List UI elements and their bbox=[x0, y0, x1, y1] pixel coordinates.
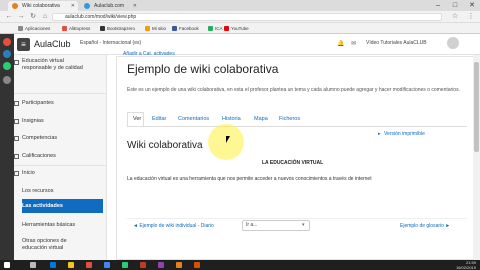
minimize-icon[interactable]: – bbox=[430, 0, 446, 11]
sidebar-item-otras-opciones[interactable]: Otras opciones de educación virtual bbox=[22, 238, 92, 252]
messenger-icon[interactable] bbox=[3, 50, 11, 58]
bookmark-misitio[interactable]: Mi sitio bbox=[145, 23, 166, 34]
avatar[interactable] bbox=[447, 37, 459, 49]
app-icon[interactable] bbox=[122, 262, 128, 268]
bookmark-icon bbox=[62, 26, 67, 32]
wiki-heading: Wiki colaborativa bbox=[127, 140, 203, 151]
youtube-icon bbox=[224, 26, 229, 32]
taskview-icon[interactable] bbox=[30, 262, 36, 268]
app-icon[interactable] bbox=[158, 262, 164, 268]
maximize-icon[interactable]: □ bbox=[447, 0, 463, 11]
browser-tab-aulaclub[interactable]: Aulaclub.com ✕ bbox=[80, 1, 140, 11]
sidebar-item-participantes[interactable]: Participantes bbox=[22, 100, 54, 107]
notifications-icon[interactable]: 🔔 bbox=[337, 40, 344, 47]
explorer-icon[interactable] bbox=[68, 262, 74, 268]
bookmark-icon bbox=[100, 26, 105, 32]
table-icon bbox=[14, 154, 19, 159]
bookmark-youtube[interactable]: YouTube bbox=[224, 23, 249, 34]
print-version-link[interactable]: Versión imprimible bbox=[384, 131, 425, 137]
badge-icon bbox=[14, 119, 19, 124]
favicon-icon bbox=[12, 3, 18, 9]
mouse-cursor-icon bbox=[226, 136, 230, 143]
opera-taskbar-icon[interactable] bbox=[86, 262, 92, 268]
bookmark-bootstrapzero[interactable]: Bootstrapzero bbox=[100, 23, 135, 34]
page-title: Ejemplo de wiki colaborativa bbox=[127, 62, 279, 76]
close-tab-icon[interactable]: ✕ bbox=[71, 1, 75, 11]
sidebar-item-herramientas[interactable]: Herramientas básicas bbox=[22, 222, 75, 229]
jump-to-select[interactable]: Ir a... bbox=[242, 220, 310, 231]
tab-mapa[interactable]: Mapa bbox=[254, 115, 268, 123]
facebook-icon bbox=[172, 26, 177, 32]
folder-icon bbox=[14, 171, 19, 176]
whatsapp-icon[interactable] bbox=[3, 62, 11, 70]
next-activity-link[interactable]: Ejemplo de glosario ► bbox=[400, 223, 450, 229]
opera-icon[interactable] bbox=[3, 38, 11, 46]
history-icon[interactable] bbox=[3, 76, 11, 84]
messages-icon[interactable]: ✉ bbox=[351, 40, 356, 47]
bookmark-facebook[interactable]: Facebook bbox=[172, 23, 199, 34]
divider bbox=[127, 218, 467, 219]
back-icon[interactable]: ← bbox=[4, 11, 14, 23]
home-icon[interactable]: ⌂ bbox=[40, 11, 50, 23]
windows-start-icon[interactable] bbox=[4, 262, 10, 268]
favicon-icon bbox=[84, 3, 90, 9]
app-icon[interactable] bbox=[176, 262, 182, 268]
close-tab-icon[interactable]: ✕ bbox=[133, 1, 137, 11]
divider bbox=[14, 93, 107, 94]
bookmark-icon bbox=[208, 26, 213, 32]
sidebar-item-inicio[interactable]: Inicio bbox=[22, 170, 35, 177]
sidebar-item-calificaciones[interactable]: Calificaciones bbox=[22, 153, 56, 160]
bookmark-ica[interactable]: ICA bbox=[208, 23, 223, 34]
tabs-underline bbox=[127, 126, 467, 127]
clock-date: 16/02/2019 bbox=[455, 265, 476, 270]
tab-ficheros[interactable]: Ficheros bbox=[279, 115, 300, 123]
print-icon: ▸ bbox=[378, 131, 381, 137]
hamburger-menu-icon[interactable]: ≡ bbox=[17, 38, 30, 51]
sidebar-item-course[interactable]: Educación virtual responsable y de calid… bbox=[22, 58, 92, 72]
system-clock[interactable]: 21:59 16/02/2019 bbox=[446, 260, 476, 270]
site-brand[interactable]: AulaClub bbox=[34, 37, 71, 51]
chevron-down-icon: ▾ bbox=[302, 222, 305, 228]
page-description: Este es un ejemplo de una wiki colaborat… bbox=[127, 87, 460, 93]
browser-tab-wiki[interactable]: Wiki colaborativa ✕ bbox=[8, 1, 78, 11]
language-selector[interactable]: Español - Internacional (es) bbox=[80, 40, 141, 46]
wiki-page-text: La educación virtual es una herramienta … bbox=[127, 176, 372, 182]
tab-comentarios[interactable]: Comentarios bbox=[178, 115, 209, 123]
scrollbar-thumb[interactable] bbox=[474, 62, 479, 152]
close-window-icon[interactable]: ✕ bbox=[464, 0, 480, 11]
star-icon[interactable]: ☆ bbox=[450, 11, 460, 23]
chrome-icon[interactable] bbox=[104, 262, 110, 268]
tab-historia[interactable]: Historia bbox=[222, 115, 241, 123]
bookmark-aliexpress[interactable]: AliExpress bbox=[62, 23, 90, 34]
tab-label: Wiki colaborativa bbox=[22, 3, 60, 9]
menu-icon[interactable]: ⋮ bbox=[466, 11, 476, 23]
check-icon bbox=[14, 136, 19, 141]
tab-ver[interactable]: Ver bbox=[133, 115, 141, 123]
sidebar-item-actividades[interactable]: Las actividades bbox=[22, 203, 63, 210]
tab-editar[interactable]: Editar bbox=[152, 115, 166, 123]
url-input[interactable]: aulaclub.com/mod/wiki/view.php bbox=[52, 13, 442, 21]
sidebar-item-insignias[interactable]: Insignias bbox=[22, 118, 44, 125]
prev-activity-link[interactable]: ◄ Ejemplo de wiki individual - Diario bbox=[133, 223, 214, 229]
user-name[interactable]: Vídeo Tutoriales AulaCLUB bbox=[366, 40, 427, 46]
sidebar-item-recursos[interactable]: Los recursos bbox=[22, 188, 54, 195]
sidebar-item-competencias[interactable]: Competencias bbox=[22, 135, 57, 142]
edge-icon[interactable] bbox=[50, 262, 56, 268]
app-icon[interactable] bbox=[140, 262, 146, 268]
bookmark-apps[interactable]: Aplicaciones bbox=[18, 23, 50, 34]
wiki-page-heading: LA EDUCACIÓN VIRTUAL bbox=[262, 160, 324, 166]
reload-icon[interactable]: ↻ bbox=[28, 11, 38, 23]
app-icon[interactable] bbox=[194, 262, 200, 268]
bookmark-icon bbox=[145, 26, 150, 32]
apps-icon bbox=[18, 26, 23, 32]
course-icon bbox=[14, 60, 19, 65]
users-icon bbox=[14, 101, 19, 106]
forward-icon[interactable]: → bbox=[16, 11, 26, 23]
tab-label: Aulaclub.com bbox=[94, 3, 125, 9]
divider bbox=[14, 165, 107, 166]
